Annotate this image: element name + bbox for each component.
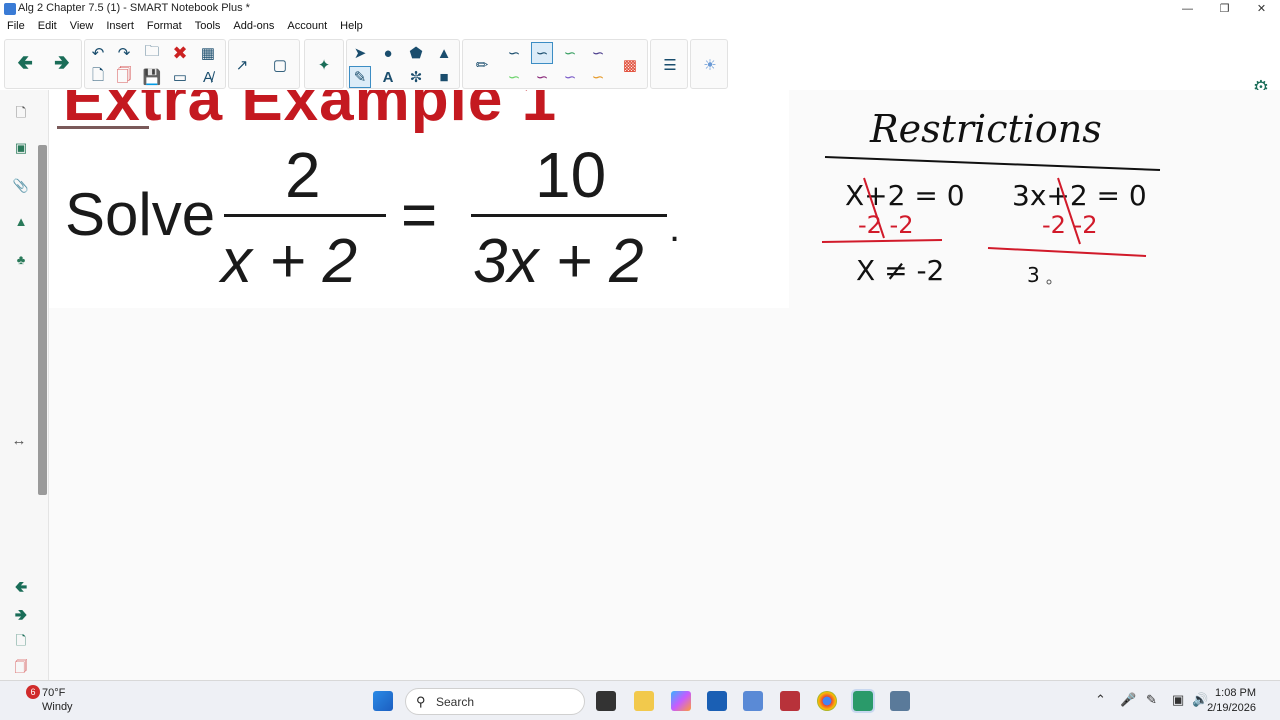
ink-eq1-rule (821, 239, 943, 243)
weather-temp: 70°F (42, 687, 66, 699)
ink-eq1-result: X ≠ -2 (856, 254, 944, 287)
ink-eq1-subtract: -2 -2 (858, 211, 914, 239)
windows-taskbar: 6 70°F Windy ⚲ Search ⌃ 🎤 ✎ ▣ 🔊 1:08 PM … (0, 680, 1280, 720)
ink-restrictions-title: Restrictions (869, 107, 1102, 151)
network-icon[interactable]: ▣ (1172, 692, 1184, 708)
copilot-icon[interactable] (671, 691, 691, 711)
weather-badge: 6 (26, 685, 40, 699)
store-icon[interactable] (707, 691, 727, 711)
search-icon: ⚲ (416, 694, 426, 709)
pen-cursor-icon (1046, 279, 1052, 285)
tray-chevron-icon[interactable]: ⌃ (1095, 692, 1106, 708)
search-label: Search (436, 695, 475, 709)
clock-time: 1:08 PM (1215, 687, 1256, 699)
clock-date: 2/19/2026 (1207, 702, 1256, 714)
weather-desc: Windy (42, 701, 73, 713)
pdf-app-icon[interactable] (780, 691, 800, 711)
smart-notebook-taskbar-icon[interactable] (851, 689, 875, 713)
remote-desktop-icon[interactable] (743, 691, 763, 711)
ink-eq1: X+2 = 0 (845, 179, 965, 212)
system-clock[interactable]: 1:08 PM 2/19/2026 (1207, 686, 1256, 716)
microphone-icon[interactable]: 🎤 (1120, 692, 1136, 708)
windows-start-icon[interactable] (373, 691, 393, 711)
pen-menu-icon[interactable]: ✎ (1146, 692, 1157, 708)
volume-icon[interactable]: 🔊 (1192, 692, 1208, 708)
task-view-icon[interactable] (596, 691, 616, 711)
ink-eq2: 3x+2 = 0 (1012, 179, 1147, 212)
ink-title-rule (824, 156, 1161, 171)
ink-eq2-rule (987, 247, 1147, 257)
ink-layer: Restrictions X+2 = 0 -2 -2 X ≠ -2 3x+2 =… (821, 107, 1161, 287)
app-taskbar-icon[interactable] (890, 691, 910, 711)
taskbar-search[interactable]: ⚲ Search (405, 688, 585, 715)
ink-eq2-partial: 3 (1027, 263, 1040, 287)
file-explorer-icon[interactable] (634, 691, 654, 711)
chrome-icon[interactable] (817, 691, 837, 711)
